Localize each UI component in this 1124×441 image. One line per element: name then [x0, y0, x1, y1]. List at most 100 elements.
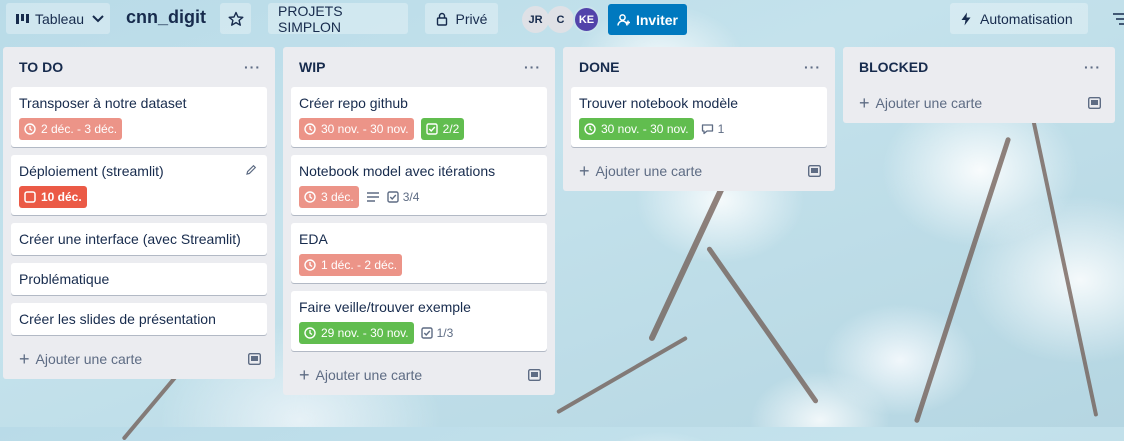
card-title: Transposer à notre dataset: [19, 95, 187, 111]
view-switcher-button[interactable]: Tableau: [6, 3, 110, 34]
due-date-badge[interactable]: 29 nov. - 30 nov.: [299, 322, 414, 344]
template-icon[interactable]: [248, 353, 261, 365]
lock-icon: [436, 12, 448, 26]
workspace-button[interactable]: PROJETS SIMPLON: [268, 3, 408, 35]
due-date-badge[interactable]: 30 nov. - 30 nov.: [579, 118, 694, 140]
list-title[interactable]: BLOCKED: [859, 59, 928, 75]
pencil-icon[interactable]: [245, 163, 257, 181]
card[interactable]: Problématique: [11, 263, 267, 295]
visibility-button[interactable]: Privé: [425, 3, 498, 34]
plus-icon: +: [859, 93, 870, 113]
add-card-button[interactable]: + Ajouter une carte: [291, 359, 547, 391]
checklist-count: 2/2: [442, 122, 460, 136]
automation-button[interactable]: Automatisation: [950, 3, 1088, 34]
due-date-badge[interactable]: 30 nov. - 30 nov.: [299, 118, 414, 140]
board-view-icon: [16, 13, 30, 25]
card-title: Déploiement (streamlit): [19, 163, 164, 179]
add-card-button[interactable]: + Ajouter une carte: [11, 343, 267, 375]
member-avatar-ke[interactable]: KE: [573, 6, 600, 33]
clock-icon: [304, 191, 316, 203]
list-title[interactable]: DONE: [579, 59, 619, 75]
checklist-count: 1/3: [436, 326, 454, 340]
automation-label: Automatisation: [980, 10, 1073, 27]
card-title: Faire veille/trouver exemple: [299, 299, 471, 315]
add-card-label: Ajouter une carte: [315, 367, 423, 383]
add-card-label: Ajouter une carte: [875, 95, 983, 111]
clock-icon: [304, 123, 316, 135]
list-header: DONE ···: [571, 47, 827, 87]
comments-count: 1: [717, 122, 725, 136]
add-card-label: Ajouter une carte: [35, 351, 143, 367]
checklist-icon: [420, 327, 433, 339]
list-menu-icon[interactable]: ···: [1084, 59, 1101, 75]
checkbox-icon: [24, 191, 36, 203]
member-avatar-c[interactable]: C: [547, 6, 574, 33]
list-menu-icon[interactable]: ···: [804, 59, 821, 75]
list-wip: WIP ··· Créer repo github 30 nov. - 30 n…: [283, 47, 555, 395]
add-card-button[interactable]: + Ajouter une carte: [571, 155, 827, 187]
checklist-icon: [387, 191, 399, 203]
due-date-text: 29 nov. - 30 nov.: [321, 326, 409, 340]
list-blocked: BLOCKED ··· + Ajouter une carte: [843, 47, 1115, 123]
card-title: Créer les slides de présentation: [19, 311, 216, 327]
list-title[interactable]: WIP: [299, 59, 325, 75]
card-title: Trouver notebook modèle: [579, 95, 739, 111]
template-icon[interactable]: [808, 165, 821, 177]
description-icon: [366, 191, 380, 203]
card-title: Créer repo github: [299, 95, 408, 111]
list-header: BLOCKED ···: [851, 47, 1107, 87]
clock-icon: [24, 123, 36, 135]
checklist-badge: 2/2: [420, 118, 465, 140]
card[interactable]: Faire veille/trouver exemple 29 nov. - 3…: [291, 291, 547, 351]
card[interactable]: Trouver notebook modèle 30 nov. - 30 nov…: [571, 87, 827, 147]
filter-icon[interactable]: [1104, 12, 1124, 28]
visibility-label: Privé: [455, 10, 488, 27]
card[interactable]: Déploiement (streamlit) 10 déc.: [11, 155, 267, 215]
due-date-text: 30 nov. - 30 nov.: [601, 122, 689, 136]
due-date-text: 2 déc. - 3 déc.: [41, 122, 118, 136]
add-card-label: Ajouter une carte: [595, 163, 703, 179]
list-header: TO DO ···: [11, 47, 267, 87]
card[interactable]: Créer repo github 30 nov. - 30 nov. 2/2: [291, 87, 547, 147]
card[interactable]: Notebook model avec itérations 3 déc. 3/…: [291, 155, 547, 215]
list-title[interactable]: TO DO: [19, 59, 63, 75]
comment-icon: [701, 123, 714, 135]
card-title: Créer une interface (avec Streamlit): [19, 231, 241, 247]
list-done: DONE ··· Trouver notebook modèle 30 nov.…: [563, 47, 835, 191]
due-date-badge[interactable]: 10 déc.: [19, 186, 87, 208]
board-header: Tableau cnn_digit PROJETS SIMPLON Privé …: [0, 0, 1124, 38]
checklist-badge: 1/3: [420, 326, 454, 340]
checklist-count: 3/4: [402, 190, 420, 204]
clock-icon: [304, 327, 316, 339]
template-icon[interactable]: [528, 369, 541, 381]
due-date-badge[interactable]: 3 déc.: [299, 186, 359, 208]
due-date-text: 3 déc.: [321, 190, 354, 204]
card[interactable]: Créer les slides de présentation: [11, 303, 267, 335]
list-todo: TO DO ··· Transposer à notre dataset 2 d…: [3, 47, 275, 379]
list-menu-icon[interactable]: ···: [524, 59, 541, 75]
invite-label: Inviter: [635, 11, 678, 28]
template-icon[interactable]: [1088, 97, 1101, 109]
plus-icon: +: [19, 349, 30, 369]
checklist-icon: [425, 123, 438, 135]
add-card-button[interactable]: + Ajouter une carte: [851, 87, 1107, 119]
add-member-icon: [617, 13, 631, 27]
due-date-badge[interactable]: 1 déc. - 2 déc.: [299, 254, 403, 276]
card[interactable]: Créer une interface (avec Streamlit): [11, 223, 267, 255]
view-switcher-label: Tableau: [35, 10, 85, 27]
due-date-badge[interactable]: 2 déc. - 3 déc.: [19, 118, 123, 140]
due-date-text: 10 déc.: [41, 190, 82, 204]
member-avatar-jr[interactable]: JR: [522, 6, 549, 33]
chevron-down-icon: [92, 14, 104, 23]
invite-button[interactable]: Inviter: [608, 4, 687, 35]
checklist-badge: 3/4: [387, 190, 420, 204]
board-title[interactable]: cnn_digit: [126, 7, 206, 28]
star-icon: [228, 11, 244, 27]
card[interactable]: EDA 1 déc. - 2 déc.: [291, 223, 547, 283]
card[interactable]: Transposer à notre dataset 2 déc. - 3 dé…: [11, 87, 267, 147]
list-menu-icon[interactable]: ···: [244, 59, 261, 75]
card-title: Notebook model avec itérations: [299, 163, 496, 179]
comments-badge: 1: [701, 122, 725, 136]
lightning-icon: [960, 12, 972, 26]
star-button[interactable]: [220, 3, 251, 34]
